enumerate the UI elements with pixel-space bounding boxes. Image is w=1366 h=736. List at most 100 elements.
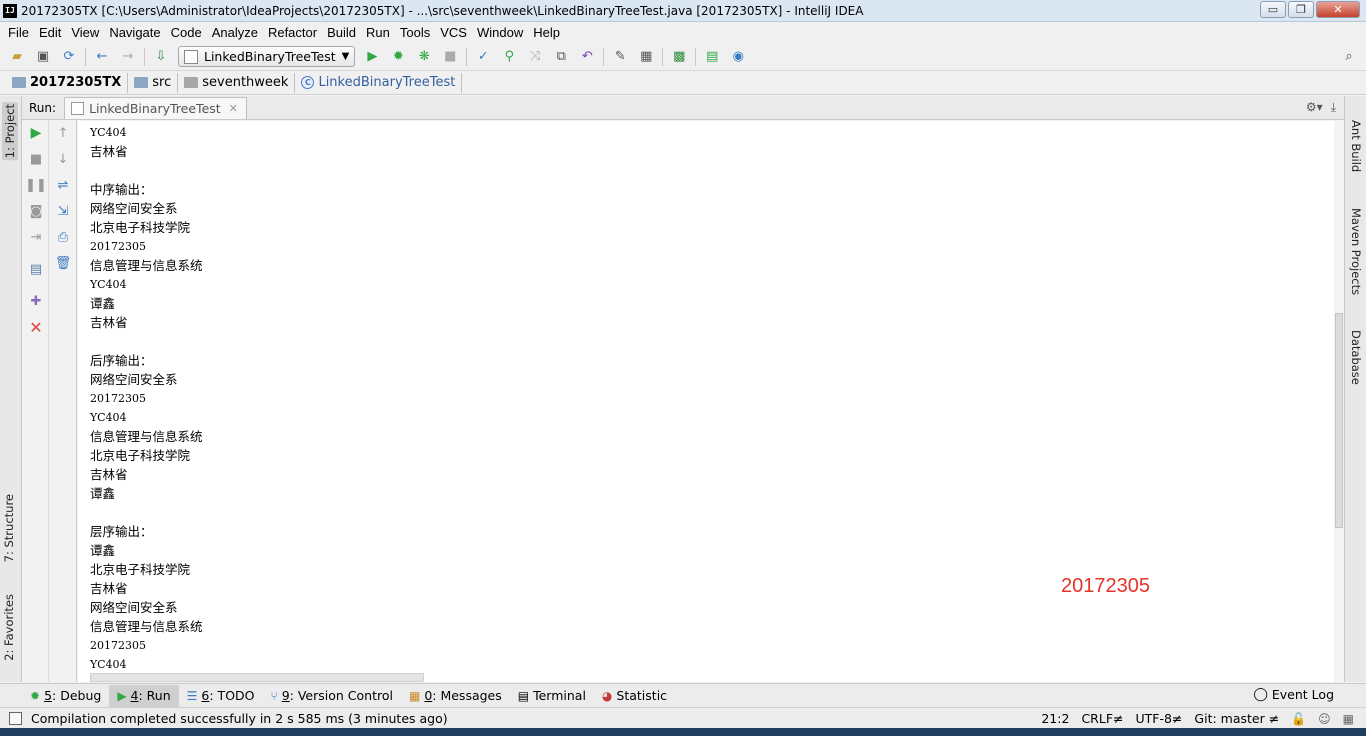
java-class-icon: C xyxy=(301,76,315,89)
stop-icon[interactable]: ■ xyxy=(441,48,459,66)
tab-statistic[interactable]: ◕ Statistic xyxy=(594,685,675,707)
toolbar-separator xyxy=(603,47,605,66)
statistic-icon: ◕ xyxy=(601,688,613,703)
breadcrumb-src[interactable]: src xyxy=(128,72,179,93)
tab-messages[interactable]: ▦ 0: Messages xyxy=(401,685,510,707)
search-everywhere-icon[interactable]: ⌕ xyxy=(1340,48,1358,66)
rerun-icon[interactable]: ▶ xyxy=(27,124,45,142)
menu-window[interactable]: Window xyxy=(472,25,528,40)
menu-run[interactable]: Run xyxy=(361,25,395,40)
event-log-icon: ◯ xyxy=(1253,687,1268,702)
pause-icon[interactable]: ❚❚ xyxy=(25,176,47,194)
revert-icon[interactable]: ↶ xyxy=(578,48,596,66)
tab-event-log[interactable]: ◯ Event Log xyxy=(1253,687,1334,702)
tab-todo[interactable]: ☰ 6: TODO xyxy=(179,685,263,707)
menu-file[interactable]: File xyxy=(3,25,34,40)
horizontal-scrollbar[interactable] xyxy=(90,673,424,682)
console-output[interactable]: YC404 吉林省 中序输出： 网络空间安全系 北京电子科技学院 2017230… xyxy=(78,121,1334,682)
clear-all-icon[interactable]: 🗑 xyxy=(54,254,72,272)
maximize-button[interactable]: ❐ xyxy=(1288,1,1314,18)
status-message[interactable]: Compilation completed successfully in 2 … xyxy=(31,711,448,726)
tool-windows-toggle-icon[interactable] xyxy=(9,711,22,725)
lock-icon[interactable]: 🔓 xyxy=(1291,712,1306,726)
toolbar-separator xyxy=(695,47,697,66)
tab-project[interactable]: 1: Project xyxy=(2,102,18,161)
vcs-update-icon[interactable]: ✓ xyxy=(474,48,492,66)
close-run-icon[interactable]: ✕ xyxy=(27,318,45,337)
arrow-up-icon[interactable]: ↑ xyxy=(54,124,72,142)
memory-indicator-icon[interactable]: ▦ xyxy=(1343,712,1354,726)
file-encoding[interactable]: UTF-8≠ xyxy=(1135,711,1182,726)
soft-wrap-icon[interactable]: ⇌ xyxy=(54,176,72,194)
vertical-scrollbar[interactable] xyxy=(1334,121,1344,682)
tab-debug[interactable]: ✹ 5: Debug xyxy=(22,685,109,707)
debug-icon[interactable]: ✹ xyxy=(389,48,407,66)
breadcrumb-class[interactable]: C LinkedBinaryTreeTest xyxy=(295,72,463,93)
project-folder-icon xyxy=(12,77,26,88)
dump-threads-icon[interactable]: ◙ xyxy=(27,202,45,220)
run-configuration-select[interactable]: LinkedBinaryTreeTest ▼ xyxy=(178,46,356,67)
tab-database[interactable]: Database xyxy=(1349,330,1363,385)
project-structure-icon[interactable]: ▦ xyxy=(637,48,655,66)
tab-structure[interactable]: 7: Structure xyxy=(2,494,16,562)
menu-help[interactable]: Help xyxy=(528,25,565,40)
tab-run[interactable]: ▶ 4: Run xyxy=(109,684,179,707)
minimize-button[interactable]: ▭ xyxy=(1260,1,1286,18)
arrow-down-icon[interactable]: ↓ xyxy=(54,150,72,168)
tab-favorites[interactable]: 2: Favorites xyxy=(2,594,16,661)
menu-refactor[interactable]: Refactor xyxy=(263,25,322,40)
menu-code[interactable]: Code xyxy=(166,25,207,40)
settings-wrench-icon[interactable]: ✎ xyxy=(611,48,629,66)
vcs-commit-icon[interactable]: ⚲ xyxy=(500,48,518,66)
version-control-icon: ⑂ xyxy=(270,688,278,703)
scrollbar-thumb[interactable] xyxy=(1335,313,1343,528)
run-with-coverage-icon[interactable]: ❋ xyxy=(415,48,433,66)
stop-icon[interactable]: ■ xyxy=(27,150,45,168)
open-folder-icon[interactable]: ▰ xyxy=(8,48,26,66)
toolbar-separator xyxy=(85,47,86,66)
tab-version-control[interactable]: ⑂ 9: Version Control xyxy=(263,685,401,707)
run-icon[interactable]: ▶ xyxy=(363,48,381,66)
run-panel-actions: ⚙▾ ⤓ xyxy=(1306,100,1336,115)
tab-terminal[interactable]: ▤ Terminal xyxy=(510,685,594,707)
print-icon[interactable]: ⎙ xyxy=(54,228,72,246)
exit-icon[interactable]: ⇥ xyxy=(27,228,45,246)
hide-panel-icon[interactable]: ⤓ xyxy=(1331,100,1336,115)
save-all-icon[interactable]: ▣ xyxy=(34,48,52,66)
breadcrumb-package[interactable]: seventhweek xyxy=(178,72,296,93)
menu-vcs[interactable]: VCS xyxy=(435,25,472,40)
task-check-icon[interactable]: ◉ xyxy=(729,48,747,66)
close-button[interactable]: ✕ xyxy=(1316,1,1360,18)
statistic-monitor-icon[interactable]: ▤ xyxy=(703,48,721,66)
make-project-icon[interactable]: ⇩ xyxy=(152,48,170,66)
run-tab[interactable]: LinkedBinaryTreeTest ✕ xyxy=(64,96,247,119)
gear-icon[interactable]: ⚙▾ xyxy=(1306,100,1323,115)
student-id-watermark: 20172305 xyxy=(1061,575,1150,597)
sdk-manager-icon[interactable]: ▩ xyxy=(670,48,688,66)
forward-arrow-icon[interactable]: → xyxy=(119,48,137,66)
caret-position[interactable]: 21:2 xyxy=(1041,711,1069,726)
tab-maven-projects[interactable]: Maven Projects xyxy=(1349,208,1363,295)
breadcrumb-project[interactable]: 20172305TX xyxy=(6,72,129,93)
tab-ant-build[interactable]: Ant Build xyxy=(1349,120,1363,172)
back-arrow-icon[interactable]: ← xyxy=(93,48,111,66)
menu-tools[interactable]: Tools xyxy=(395,25,435,40)
vcs-compare-icon[interactable]: ⤨ xyxy=(526,48,544,66)
menu-edit[interactable]: Edit xyxy=(34,25,66,40)
git-branch[interactable]: Git: master ≠ xyxy=(1194,711,1279,726)
hector-icon[interactable]: ☺ xyxy=(1318,712,1331,726)
pin-icon[interactable]: ✚ xyxy=(27,292,45,310)
scroll-to-end-icon[interactable]: ⇲ xyxy=(54,202,72,220)
vcs-history-icon[interactable]: ⧉ xyxy=(552,48,570,66)
synchronize-icon[interactable]: ⟳ xyxy=(60,48,78,66)
menu-navigate[interactable]: Navigate xyxy=(104,25,165,40)
todo-icon: ☰ xyxy=(186,688,198,703)
close-icon[interactable]: ✕ xyxy=(229,102,238,115)
menu-build[interactable]: Build xyxy=(322,25,361,40)
line-separator[interactable]: CRLF≠ xyxy=(1081,711,1123,726)
restore-layout-icon[interactable]: ▤ xyxy=(27,260,45,278)
menu-view[interactable]: View xyxy=(66,25,104,40)
breadcrumb-class-label: LinkedBinaryTreeTest xyxy=(318,75,456,90)
menu-analyze[interactable]: Analyze xyxy=(207,25,263,40)
